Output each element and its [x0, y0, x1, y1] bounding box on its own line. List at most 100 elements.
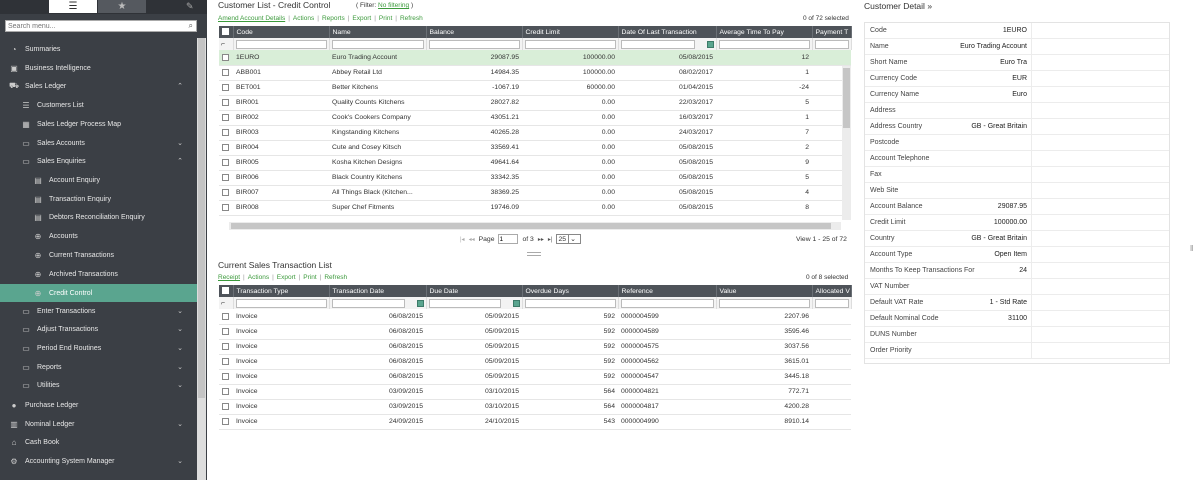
- next-page-icon[interactable]: ▸▸: [538, 236, 544, 243]
- sidebar-item[interactable]: ▭ Period End Routines ⌄: [0, 339, 197, 357]
- column-filter-input[interactable]: [524, 298, 616, 308]
- panel-resize-handle[interactable]: [527, 252, 541, 256]
- table-row[interactable]: BIR006 Black Country Kitchens 33342.35 0.00…: [219, 170, 851, 186]
- chevron-down-icon[interactable]: ⌄: [177, 457, 183, 465]
- table-row[interactable]: Invoice 03/09/2015 03/10/2015 564 0000004821…: [219, 384, 851, 400]
- sidebar-item[interactable]: ▭ Adjust Transactions ⌄: [0, 320, 197, 338]
- action-link[interactable]: Amend Account Details: [218, 15, 285, 22]
- row-checkbox[interactable]: [222, 113, 229, 121]
- sidebar-item[interactable]: ⊕ Archived Transactions: [0, 265, 197, 283]
- date-filter-input[interactable]: [620, 39, 695, 49]
- action-link[interactable]: Refresh: [324, 274, 347, 281]
- column-header[interactable]: Transaction Type: [233, 285, 330, 297]
- chevron-down-icon[interactable]: ⌄: [177, 139, 183, 147]
- select-all-checkbox[interactable]: [222, 28, 229, 36]
- date-filter-input[interactable]: [331, 298, 406, 308]
- customer-grid-hscrollbar-thumb[interactable]: [231, 223, 831, 229]
- chevron-down-icon[interactable]: ⌄: [177, 363, 183, 371]
- column-filter-input[interactable]: [814, 39, 849, 49]
- chevron-up-icon[interactable]: ⌃: [177, 157, 183, 165]
- table-row[interactable]: BET001 Better Kitchens -1067.19 60000.00 01/…: [219, 80, 851, 96]
- row-checkbox[interactable]: [222, 357, 229, 365]
- column-filter-input[interactable]: [718, 298, 810, 308]
- sidebar-item[interactable]: ⛟ Sales Ledger ⌃: [0, 77, 197, 95]
- pin-icon[interactable]: ✎: [186, 1, 194, 12]
- chevron-down-icon[interactable]: ⌄: [177, 420, 183, 428]
- first-page-icon[interactable]: |◂: [460, 236, 465, 243]
- sidebar-item[interactable]: ⚙ Accounting System Manager ⌄: [0, 452, 197, 470]
- column-filter-input[interactable]: [428, 39, 520, 49]
- table-row[interactable]: Invoice 03/09/2015 03/10/2015 564 0000004817…: [219, 399, 851, 415]
- sidebar-item[interactable]: ● Purchase Ledger: [0, 396, 197, 414]
- sidebar-item[interactable]: ▭ Reports ⌄: [0, 358, 197, 376]
- column-header[interactable]: Average Time To Pay: [716, 26, 813, 38]
- table-row[interactable]: BIR001 Quality Counts Kitchens 28027.82 0.0…: [219, 95, 851, 111]
- table-row[interactable]: BIR007 All Things Black (Kitchen... 38369.…: [219, 185, 851, 201]
- sidebar-item[interactable]: ▭ Utilities ⌄: [0, 376, 197, 394]
- calendar-icon[interactable]: [416, 299, 424, 307]
- table-row[interactable]: 1EURO Euro Trading Account 29087.95 100000.…: [219, 50, 851, 66]
- chevron-down-icon[interactable]: ⌄: [177, 381, 183, 389]
- column-header[interactable]: Overdue Days: [522, 285, 619, 297]
- chevron-up-icon[interactable]: ⌃: [177, 82, 183, 90]
- action-link[interactable]: Print: [379, 15, 392, 22]
- column-header[interactable]: Transaction Date: [329, 285, 427, 297]
- column-header[interactable]: Credit Limit: [522, 26, 619, 38]
- table-row[interactable]: Invoice 06/08/2015 05/09/2015 592 0000004589…: [219, 324, 851, 340]
- column-header[interactable]: Name: [329, 26, 427, 38]
- row-checkbox[interactable]: [222, 372, 229, 380]
- row-checkbox[interactable]: [222, 327, 229, 335]
- sidebar-item[interactable]: ⊕ Accounts: [0, 227, 197, 245]
- column-header[interactable]: Code: [233, 26, 330, 38]
- column-header[interactable]: Value: [716, 285, 813, 297]
- row-checkbox[interactable]: [222, 387, 229, 395]
- row-checkbox[interactable]: [222, 128, 229, 136]
- row-checkbox[interactable]: [222, 83, 229, 91]
- sidebar-item[interactable]: ◔ Summaries: [0, 40, 197, 58]
- column-filter-input[interactable]: [331, 39, 424, 49]
- last-page-icon[interactable]: ▸|: [548, 236, 553, 243]
- customer-grid-scrollbar[interactable]: [842, 66, 851, 220]
- row-checkbox[interactable]: [222, 417, 229, 425]
- table-row[interactable]: Invoice 06/08/2015 05/09/2015 592 0000004547…: [219, 369, 851, 385]
- sidebar-item[interactable]: ▭ Sales Accounts ⌄: [0, 134, 197, 152]
- page-size-select[interactable]: 25 ⌄: [556, 234, 581, 244]
- table-row[interactable]: BIR002 Cook's Cookers Company 43051.21 0.00…: [219, 110, 851, 126]
- column-filter-input[interactable]: [235, 39, 327, 49]
- page-number-input[interactable]: [498, 234, 519, 244]
- menu-toggle-button[interactable]: ☰: [49, 0, 97, 13]
- action-link[interactable]: Reports: [322, 15, 345, 22]
- calendar-icon[interactable]: [706, 40, 714, 48]
- sidebar-item[interactable]: ⊕ Credit Control: [0, 284, 197, 302]
- search-icon[interactable]: ⌕: [189, 21, 193, 31]
- row-checkbox[interactable]: [222, 188, 229, 196]
- action-link[interactable]: Export: [277, 274, 296, 281]
- row-checkbox[interactable]: [222, 402, 229, 410]
- sidebar-item[interactable]: ☰ Customers List: [0, 96, 197, 114]
- date-filter-input[interactable]: [428, 298, 502, 308]
- sidebar-item[interactable]: ▤ Debtors Reconciliation Enquiry: [0, 208, 197, 226]
- column-filter-input[interactable]: [620, 298, 714, 308]
- chevron-down-icon[interactable]: ⌄: [177, 325, 183, 333]
- action-link[interactable]: Print: [303, 274, 316, 281]
- table-row[interactable]: BIR008 Super Chef Fitments 19746.09 0.00 05/…: [219, 200, 851, 216]
- row-checkbox[interactable]: [222, 53, 229, 61]
- row-checkbox[interactable]: [222, 312, 229, 320]
- table-row[interactable]: Invoice 06/08/2015 05/09/2015 592 0000004599…: [219, 309, 851, 325]
- calendar-icon[interactable]: [512, 299, 520, 307]
- table-row[interactable]: BIR004 Cute and Cosey Kitsch 33569.41 0.00 0…: [219, 140, 851, 156]
- row-checkbox[interactable]: [222, 68, 229, 76]
- row-checkbox[interactable]: [222, 158, 229, 166]
- action-link[interactable]: Refresh: [400, 15, 423, 22]
- action-link[interactable]: Export: [352, 15, 371, 22]
- filter-link[interactable]: No filtering: [378, 2, 409, 9]
- row-checkbox[interactable]: [222, 342, 229, 350]
- table-row[interactable]: BIR005 Kosha Kitchen Designs 49641.64 0.00 0…: [219, 155, 851, 171]
- page-scrollbar[interactable]: ‖: [1186, 0, 1200, 480]
- column-header[interactable]: Due Date: [426, 285, 523, 297]
- sidebar-scrollbar[interactable]: [197, 38, 206, 480]
- sidebar-item[interactable]: ▤ Transaction Enquiry: [0, 190, 197, 208]
- select-all-checkbox[interactable]: [222, 287, 229, 295]
- sidebar-item[interactable]: ⊕ Current Transactions: [0, 246, 197, 264]
- table-row[interactable]: BIR003 Kingstanding Kitchens 40265.28 0.00 2…: [219, 125, 851, 141]
